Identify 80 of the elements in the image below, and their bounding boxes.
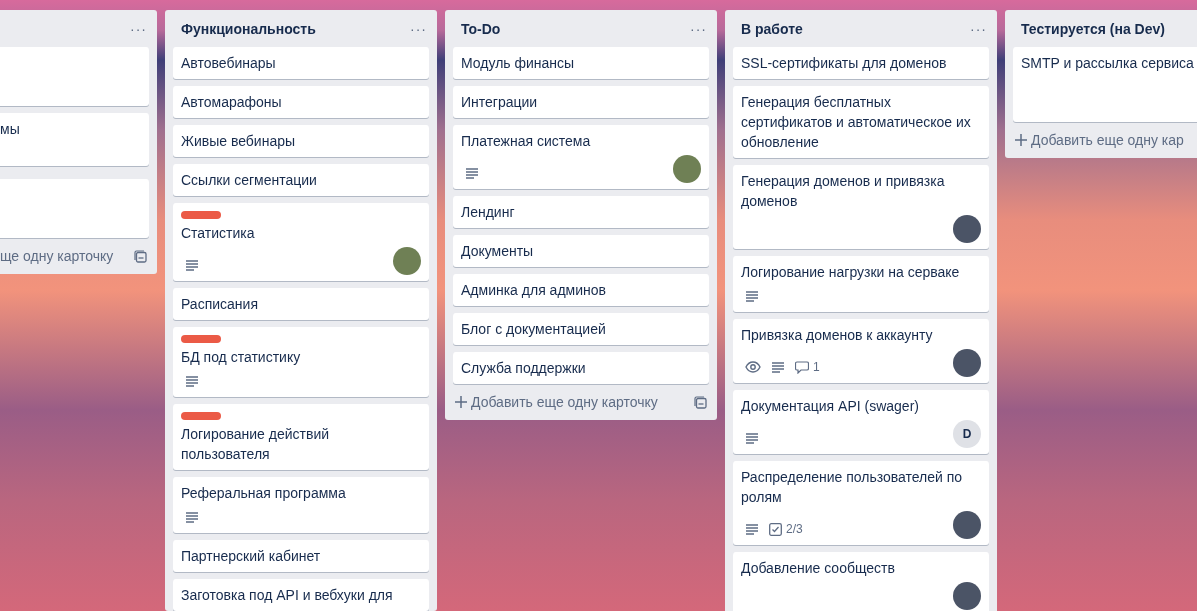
card-title: Модуль финансы [461, 54, 576, 73]
avatar[interactable] [393, 247, 421, 275]
card-title: мы [0, 120, 21, 139]
card[interactable]: Блог с документацией [453, 313, 709, 345]
card-title: Партнерский кабинет [181, 547, 322, 566]
list-title[interactable]: В работе [741, 19, 803, 39]
card-title: SSL-сертификаты для доменов [741, 54, 948, 73]
card-title: Реферальная программа [181, 484, 347, 503]
avatar[interactable]: D [953, 420, 981, 448]
card[interactable]: Распределение пользователей по ролям 2/3 [733, 461, 989, 545]
avatar[interactable] [953, 215, 981, 243]
card-title: Админка для админов [461, 281, 607, 300]
card[interactable]: Админка для админов [453, 274, 709, 306]
checklist-count: 2/3 [786, 521, 803, 538]
card[interactable]: Автомарафоны [173, 86, 429, 118]
card[interactable]: Живые вебинары [173, 125, 429, 157]
avatar[interactable] [673, 155, 701, 183]
card[interactable]: Логирование действий пользователя [173, 404, 429, 470]
card[interactable]: Расписания [173, 288, 429, 320]
card-title: Заготовка под API и вебхуки для [181, 586, 394, 605]
card[interactable]: SSL-сертификаты для доменов [733, 47, 989, 79]
card[interactable]: Платежная система [453, 125, 709, 189]
card[interactable]: Служба поддержки [453, 352, 709, 384]
card[interactable]: Документация API (swager) D [733, 390, 989, 454]
card-title: Распределение пользователей по ролям [741, 468, 964, 507]
card-title: Генерация бесплатных сертификатов и автоматическое их обновление [741, 93, 972, 152]
list-title[interactable]: To-Do [461, 19, 501, 39]
checklist-icon [769, 522, 782, 536]
card[interactable]: Статистика [173, 203, 429, 281]
comment-icon [795, 360, 809, 374]
avatar[interactable] [953, 349, 981, 377]
card[interactable]: Привязка доменов к аккаунту 1 [733, 319, 989, 383]
template-icon[interactable] [694, 395, 707, 409]
card-title: Логирование нагрузки на серваке [741, 263, 961, 282]
card-title: SMTP и рассылка сервиса [1021, 54, 1195, 73]
card-title: Генерация доменов и привязка доменов [741, 172, 946, 211]
card[interactable]: Интеграции [453, 86, 709, 118]
card-title: Документы [461, 242, 535, 261]
comment-count: 1 [813, 359, 820, 376]
avatar[interactable] [953, 582, 981, 610]
card[interactable]: Добавление сообществ [733, 552, 989, 611]
plus-icon [1015, 134, 1027, 146]
card[interactable]: Лендинг [453, 196, 709, 228]
card-title: Добавление сообществ [741, 559, 896, 578]
card[interactable]: Ссылки сегментации [173, 164, 429, 196]
card-title: Ссылки сегментации [181, 171, 318, 190]
card[interactable]: БД под статистику [173, 327, 429, 397]
card-title: Документация API (swager) [741, 397, 920, 416]
plus-icon [455, 396, 467, 408]
card-title: Служба поддержки [461, 359, 587, 378]
card[interactable]: Модуль финансы [453, 47, 709, 79]
card[interactable]: Логирование нагрузки на серваке [733, 256, 989, 312]
add-card-button[interactable]: Добавить еще одну карточку [455, 394, 658, 410]
card[interactable]: Заготовка под API и вебхуки для [173, 579, 429, 611]
card-title: Привязка доменов к аккаунту [741, 326, 934, 345]
template-icon[interactable] [134, 249, 147, 263]
card-title: БД под статистику [181, 348, 302, 367]
card[interactable]: Реферальная программа [173, 477, 429, 533]
add-card-button[interactable]: Добавить еще одну кар [1015, 132, 1184, 148]
card[interactable]: Генерация бесплатных сертификатов и автоматическое их обновление [733, 86, 989, 158]
card[interactable]: Автовебинары [173, 47, 429, 79]
card[interactable]: SMTP и рассылка сервиса [1013, 47, 1197, 122]
card-title: Лендинг [461, 203, 516, 222]
list-title[interactable]: Тестируется (на Dev) [1021, 19, 1165, 39]
card[interactable]: Партнерский кабинет [173, 540, 429, 572]
card[interactable]: Документы [453, 235, 709, 267]
card-title: Блог с документацией [461, 320, 607, 339]
add-card-button[interactable]: ще одну карточку [0, 248, 114, 264]
card-title: Статистика [181, 224, 256, 243]
card-title: Живые вебинары [181, 132, 297, 151]
card-title: Интеграции [461, 93, 539, 112]
list-title[interactable]: Функциональность [181, 19, 316, 39]
card-title: Расписания [181, 295, 259, 314]
card[interactable]: Генерация доменов и привязка доменов [733, 165, 989, 249]
card-title: Платежная система [461, 132, 592, 151]
card-title: Логирование действий пользователя [181, 425, 331, 464]
card-title: Автовебинары [181, 54, 277, 73]
avatar[interactable] [953, 511, 981, 539]
card-title: Автомарафоны [181, 93, 283, 112]
card[interactable]: мы [0, 113, 149, 166]
